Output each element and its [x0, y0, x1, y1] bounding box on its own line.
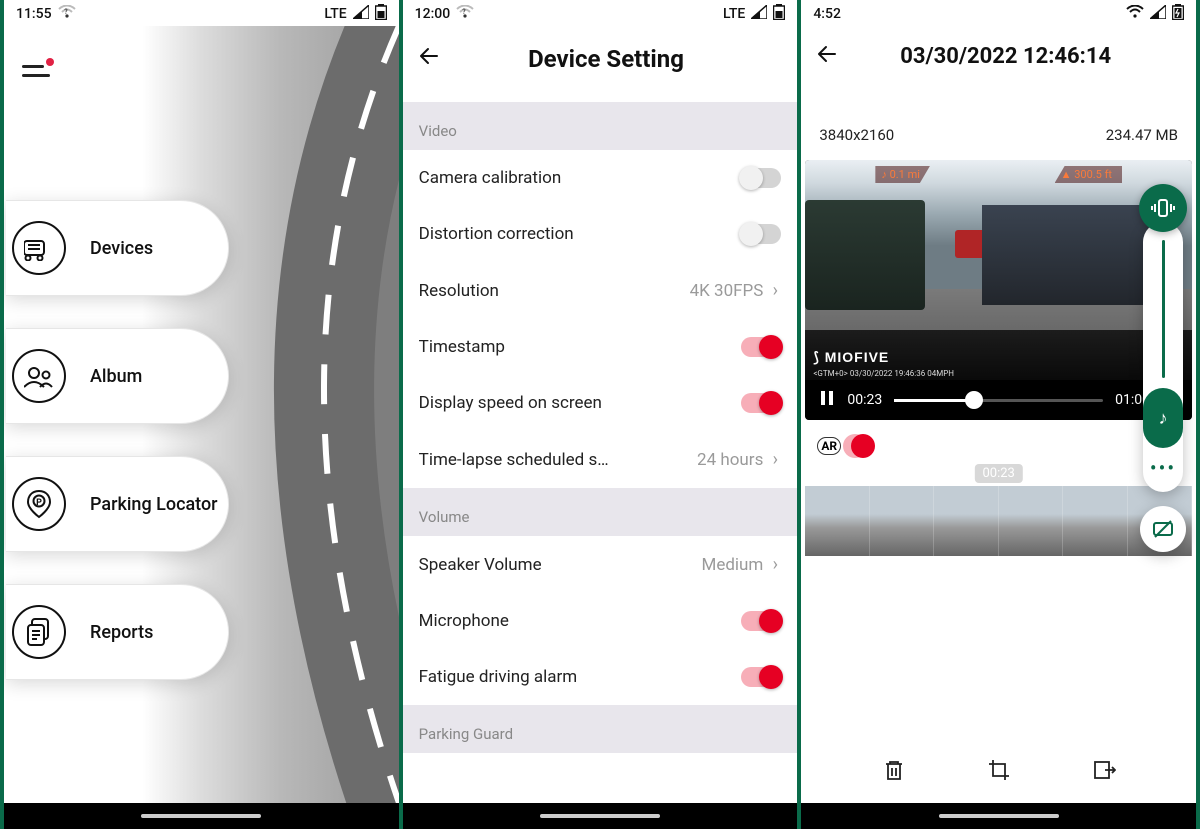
system-nav-bar — [801, 803, 1196, 829]
settings-header: Device Setting — [403, 26, 798, 92]
toggle-microphone[interactable] — [741, 611, 781, 631]
video-hud: ♪ 0.1 mi ▲ 300.5 ft — [805, 166, 1192, 183]
chevron-right-icon: › — [769, 280, 781, 301]
svg-text:P: P — [36, 498, 42, 508]
menu-button[interactable] — [22, 54, 56, 88]
clip-filesize: 234.47 MB — [1106, 126, 1178, 144]
nav-label: Parking Locator — [90, 494, 218, 515]
parking-icon: P — [12, 477, 66, 531]
devices-icon — [12, 221, 66, 275]
hud-distance-right: ▲ 300.5 ft — [1055, 166, 1122, 183]
back-button[interactable] — [417, 44, 441, 74]
svg-text:?: ? — [64, 8, 68, 16]
back-button[interactable] — [815, 42, 839, 70]
battery-icon — [773, 4, 785, 24]
status-time: 12:00 — [415, 6, 451, 22]
crop-button[interactable] — [986, 757, 1012, 783]
row-timelapse[interactable]: Time-lapse scheduled s… 24 hours› — [403, 431, 798, 488]
panel-device-setting: 12:00 ? LTE Device Setting Video Camera … — [401, 0, 800, 829]
video-player[interactable]: ♪ 0.1 mi ▲ 300.5 ft ⟆ MIOFIVE <GTM+0> 03… — [805, 160, 1192, 420]
toggle-distortion[interactable] — [741, 224, 781, 244]
network-label: LTE — [324, 6, 346, 22]
clip-actions — [801, 743, 1196, 797]
vibrate-button[interactable] — [1139, 184, 1187, 232]
system-nav-bar — [4, 803, 399, 829]
scrubber-timestamp: 00:23 — [974, 464, 1022, 483]
row-speaker-volume[interactable]: Speaker Volume Medium› — [403, 536, 798, 593]
delete-button[interactable] — [881, 757, 907, 783]
playback-header: 03/30/2022 12:46:14 — [801, 26, 1196, 86]
signal-icon — [1150, 5, 1166, 23]
clip-resolution: 3840x2160 — [819, 126, 894, 144]
home-nav-list: Devices Album P Parking Locator Reports — [4, 200, 229, 680]
section-volume: Volume — [403, 488, 798, 536]
wifi-icon: ? — [58, 5, 76, 23]
wifi-icon — [1126, 5, 1144, 23]
media-volume-button[interactable]: ♪ — [1143, 388, 1183, 448]
status-time: 4:52 — [813, 6, 841, 22]
export-button[interactable] — [1091, 757, 1117, 783]
signal-icon — [751, 5, 767, 23]
time-current: 00:23 — [847, 392, 882, 408]
watermark-meta: <GTM+0> 03/30/2022 19:46:36 04MPH — [813, 369, 954, 378]
clip-metadata: 3840x2160 234.47 MB — [801, 86, 1196, 160]
timeline-scrubber[interactable]: 00:23 — [805, 486, 1192, 556]
seek-bar[interactable] — [894, 399, 1103, 402]
row-timestamp[interactable]: Timestamp — [403, 319, 798, 375]
row-fatigue-alarm[interactable]: Fatigue driving alarm — [403, 649, 798, 705]
status-bar: 11:55 ? LTE — [4, 0, 399, 26]
clip-timestamp-title: 03/30/2022 12:46:14 — [857, 44, 1154, 69]
system-nav-bar — [403, 803, 798, 829]
page-title: Device Setting — [459, 45, 754, 73]
volume-panel: ♪ ••• — [1136, 184, 1190, 552]
nav-label: Devices — [90, 238, 153, 259]
battery-icon — [1172, 4, 1184, 24]
reports-icon — [12, 605, 66, 659]
nav-parking-locator[interactable]: P Parking Locator — [6, 456, 229, 552]
watermark-brand: ⟆ MIOFIVE — [813, 349, 889, 366]
svg-text:?: ? — [463, 8, 467, 16]
panel-playback: 4:52 03/30/2022 12:46:14 3840x2160 234.4… — [799, 0, 1200, 829]
network-label: LTE — [723, 6, 745, 22]
hud-distance-left: ♪ 0.1 mi — [875, 166, 930, 183]
nav-label: Album — [90, 366, 142, 387]
ar-toggle[interactable]: AR — [817, 437, 841, 455]
volume-slider[interactable] — [1162, 240, 1165, 378]
section-video: Video — [403, 102, 798, 150]
row-microphone[interactable]: Microphone — [403, 593, 798, 649]
chevron-right-icon: › — [769, 449, 781, 470]
toggle-fatigue[interactable] — [741, 667, 781, 687]
section-parking-guard: Parking Guard — [403, 705, 798, 753]
nav-reports[interactable]: Reports — [6, 584, 229, 680]
status-bar: 12:00 ? LTE — [403, 0, 798, 26]
record-indicator[interactable] — [851, 434, 875, 458]
pause-button[interactable] — [819, 390, 835, 410]
nav-album[interactable]: Album — [6, 328, 229, 424]
playback-controls: 00:23 01:00 — [805, 380, 1192, 420]
album-icon — [12, 349, 66, 403]
signal-icon — [353, 5, 369, 23]
row-camera-calibration[interactable]: Camera calibration — [403, 150, 798, 206]
status-bar: 4:52 — [801, 0, 1196, 26]
toggle-camera-calibration[interactable] — [741, 168, 781, 188]
wifi-icon: ? — [456, 5, 474, 23]
panel-home: 11:55 ? LTE — [0, 0, 401, 829]
toggle-timestamp[interactable] — [741, 337, 781, 357]
captions-off-button[interactable] — [1140, 506, 1186, 552]
nav-label: Reports — [90, 622, 153, 643]
nav-devices[interactable]: Devices — [6, 200, 229, 296]
row-distortion-correction[interactable]: Distortion correction — [403, 206, 798, 262]
status-time: 11:55 — [16, 6, 52, 22]
more-button[interactable]: ••• — [1150, 456, 1176, 480]
settings-list[interactable]: Video Camera calibration Distortion corr… — [403, 102, 798, 803]
row-display-speed[interactable]: Display speed on screen — [403, 375, 798, 431]
battery-icon — [375, 4, 387, 24]
row-resolution[interactable]: Resolution 4K 30FPS› — [403, 262, 798, 319]
chevron-right-icon: › — [769, 554, 781, 575]
toggle-display-speed[interactable] — [741, 393, 781, 413]
